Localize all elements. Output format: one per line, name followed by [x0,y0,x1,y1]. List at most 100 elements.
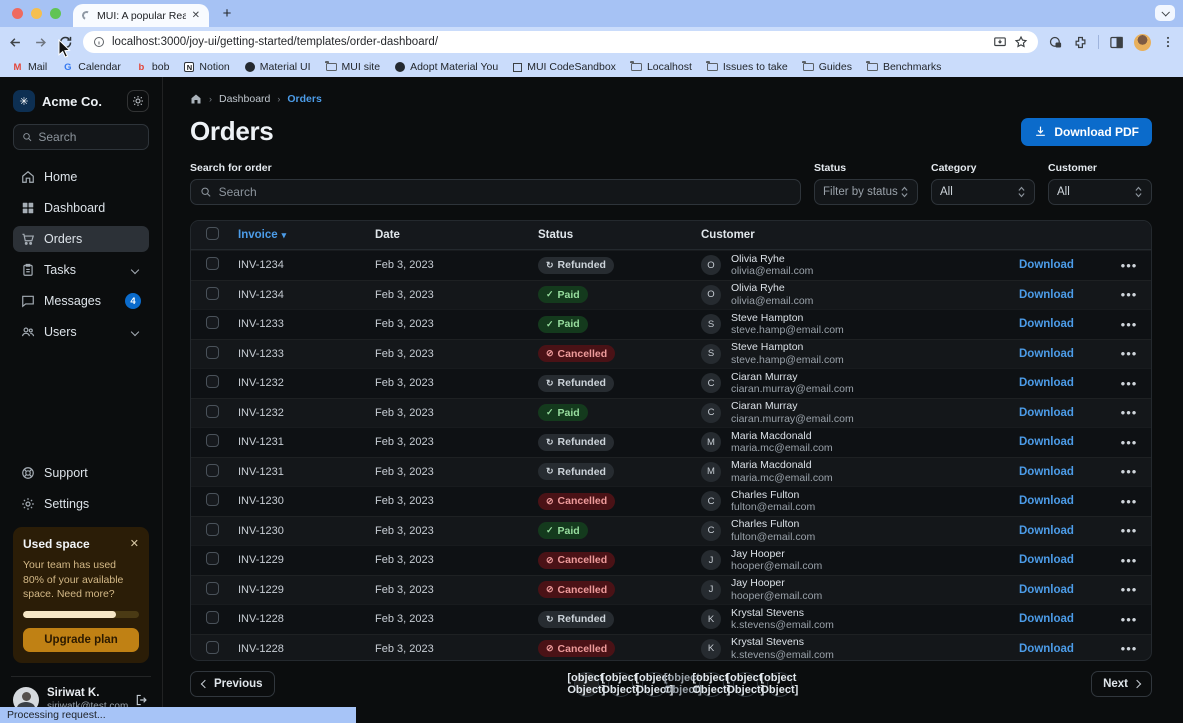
logout-icon[interactable] [135,693,149,707]
row-checkbox[interactable] [206,464,219,477]
download-link[interactable]: Download [1019,643,1074,655]
sidebar-search[interactable] [13,124,149,150]
sidebar-item-home[interactable]: Home [13,164,149,190]
download-link[interactable]: Download [1019,495,1074,507]
row-checkbox[interactable] [206,405,219,418]
row-checkbox[interactable] [206,375,219,388]
download-link[interactable]: Download [1019,436,1074,448]
sidebar-search-input[interactable] [38,130,140,144]
download-link[interactable]: Download [1019,259,1074,271]
bookmark-star-icon[interactable] [1014,35,1028,49]
bookmark-item[interactable]: MUI CodeSandbox [513,61,616,73]
download-link[interactable]: Download [1019,407,1074,419]
download-link[interactable]: Download [1019,613,1074,625]
row-checkbox[interactable] [206,582,219,595]
row-menu-icon[interactable]: ••• [1121,435,1138,450]
forward-icon[interactable] [33,35,48,50]
side-panel-icon[interactable] [1109,35,1124,50]
close-tab-icon[interactable]: ✕ [192,10,200,21]
row-checkbox[interactable] [206,346,219,359]
row-menu-icon[interactable]: ••• [1121,346,1138,361]
bookmark-item[interactable]: Guides [803,61,852,73]
color-scheme-toggle-button[interactable] [127,90,149,112]
bookmark-item[interactable]: Localhost [631,61,692,73]
download-link[interactable]: Download [1019,318,1074,330]
row-checkbox[interactable] [206,257,219,270]
row-menu-icon[interactable]: ••• [1121,405,1138,420]
upgrade-plan-button[interactable]: Upgrade plan [23,628,139,652]
zoom-window-button[interactable] [50,8,61,19]
download-link[interactable]: Download [1019,289,1074,301]
row-menu-icon[interactable]: ••• [1121,376,1138,391]
new-tab-button[interactable]: + [217,4,237,24]
page-number-button[interactable]: [object Object] [676,672,690,697]
browser-profile-avatar[interactable] [1134,34,1151,51]
row-menu-icon[interactable]: ••• [1121,317,1138,332]
tab-search-button[interactable] [1155,5,1175,21]
breadcrumb-dashboard[interactable]: Dashboard [219,93,270,105]
category-filter-select[interactable]: All [931,179,1035,205]
row-menu-icon[interactable]: ••• [1121,287,1138,302]
bookmark-item[interactable]: M Mail [12,61,47,73]
customer-filter-select[interactable]: All [1048,179,1152,205]
page-number-button[interactable]: [object Object] [608,672,633,697]
page-number-button[interactable]: [object Object] [574,672,599,697]
row-menu-icon[interactable]: ••• [1121,612,1138,627]
close-icon[interactable]: ✕ [130,537,139,550]
extensions-puzzle-icon[interactable] [1073,35,1088,50]
bookmark-item[interactable]: Material UI [245,61,311,73]
row-menu-icon[interactable]: ••• [1121,494,1138,509]
row-checkbox[interactable] [206,611,219,624]
download-link[interactable]: Download [1019,466,1074,478]
bookmark-item[interactable]: N Notion [184,61,229,73]
row-checkbox[interactable] [206,523,219,536]
sidebar-item-users[interactable]: Users [13,319,149,345]
browser-tab[interactable]: MUI: A popular React UI fram ✕ [73,4,209,27]
address-bar[interactable]: localhost:3000/joy-ui/getting-started/te… [83,31,1038,53]
password-manager-extension-icon[interactable] [1048,35,1063,50]
sidebar-item-settings[interactable]: Settings [13,491,149,517]
install-icon[interactable] [993,35,1007,49]
browser-menu-icon[interactable] [1161,35,1175,49]
sidebar-item-tasks[interactable]: Tasks [13,257,149,283]
download-link[interactable]: Download [1019,348,1074,360]
row-menu-icon[interactable]: ••• [1121,582,1138,597]
row-menu-icon[interactable]: ••• [1121,641,1138,656]
row-checkbox[interactable] [206,493,219,506]
bookmark-item[interactable]: b bob [136,61,170,73]
download-link[interactable]: Download [1019,377,1074,389]
status-filter-select[interactable]: Filter by status [814,179,918,205]
row-menu-icon[interactable]: ••• [1121,464,1138,479]
download-pdf-button[interactable]: Download PDF [1021,118,1152,146]
row-checkbox[interactable] [206,434,219,447]
sidebar-item-messages[interactable]: Messages 4 [13,288,149,314]
site-info-icon[interactable] [93,36,105,48]
bookmark-item[interactable]: Issues to take [707,61,788,73]
row-menu-icon[interactable]: ••• [1121,523,1138,538]
bookmark-item[interactable]: Benchmarks [867,61,941,73]
sidebar-item-dashboard[interactable]: Dashboard [13,195,149,221]
previous-page-button[interactable]: Previous [190,671,275,697]
next-page-button[interactable]: Next [1091,671,1152,697]
close-window-button[interactable] [12,8,23,19]
row-checkbox[interactable] [206,641,219,654]
sidebar-item-support[interactable]: Support [13,460,149,486]
order-search-input[interactable] [219,185,791,199]
row-checkbox[interactable] [206,287,219,300]
row-menu-icon[interactable]: ••• [1121,258,1138,273]
minimize-window-button[interactable] [31,8,42,19]
sidebar-item-orders[interactable]: Orders [13,226,149,252]
home-icon[interactable] [190,93,202,105]
page-number-button[interactable]: [object Object] [699,672,724,697]
download-link[interactable]: Download [1019,525,1074,537]
select-all-checkbox[interactable] [206,227,219,240]
invoice-column-header[interactable]: Invoice [238,229,375,241]
page-number-button[interactable]: [object Object] [767,672,792,697]
row-menu-icon[interactable]: ••• [1121,553,1138,568]
bookmark-item[interactable]: Adopt Material You [395,61,498,73]
acme-logo-icon[interactable]: ✳ [13,90,35,112]
bookmark-item[interactable]: MUI site [326,61,381,73]
row-checkbox[interactable] [206,316,219,329]
row-checkbox[interactable] [206,552,219,565]
bookmark-item[interactable]: G Calendar [62,61,121,73]
